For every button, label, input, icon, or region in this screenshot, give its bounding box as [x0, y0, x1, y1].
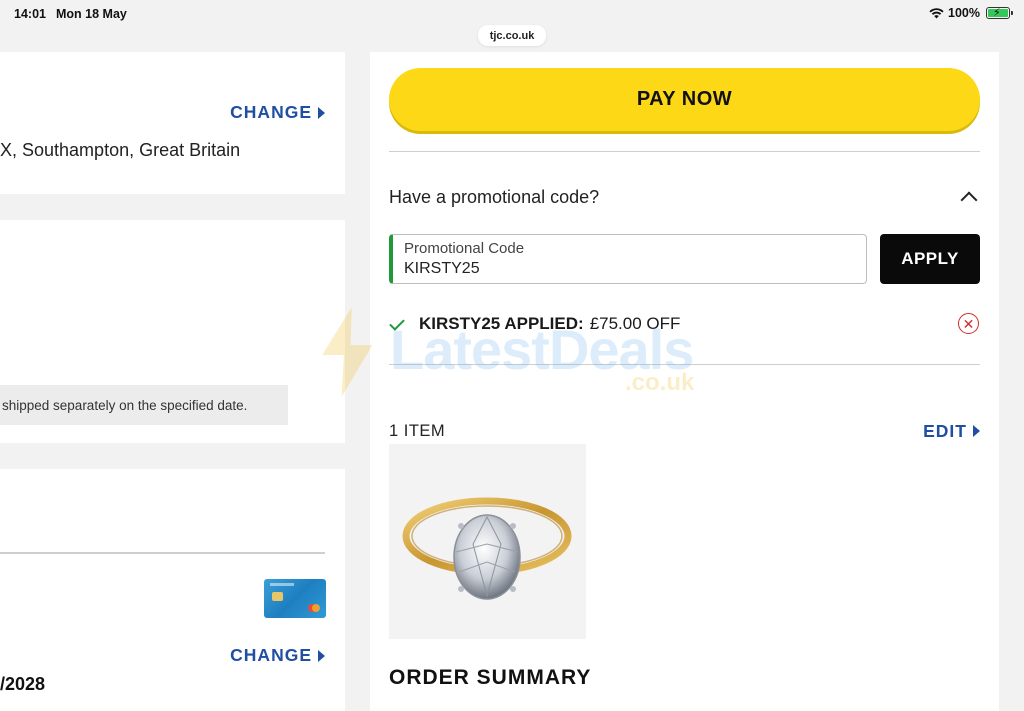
battery-icon: ⚡ — [986, 7, 1013, 19]
promo-code-field[interactable]: Promotional Code — [389, 234, 867, 284]
product-image[interactable] — [389, 444, 586, 639]
order-summary-heading: ORDER SUMMARY — [389, 666, 592, 689]
ring-image — [402, 497, 572, 600]
status-time: 14:01 — [14, 7, 46, 21]
change-address-link[interactable]: CHANGE — [230, 102, 325, 123]
items-header: 1 ITEM EDIT — [389, 420, 980, 442]
delivery-card: shipped separately on the specified date… — [0, 220, 345, 443]
promo-question: Have a promotional code? — [389, 186, 600, 207]
change-payment-link[interactable]: CHANGE — [230, 645, 325, 666]
applied-code: KIRSTY25 APPLIED: — [419, 314, 584, 333]
caret-right-icon — [318, 106, 325, 119]
change-payment-label: CHANGE — [230, 645, 312, 665]
chevron-up-icon — [960, 191, 978, 209]
divider — [389, 364, 980, 365]
address-card: CHANGE X, Southampton, Great Britain — [0, 52, 345, 194]
caret-right-icon — [318, 649, 325, 662]
remove-promo-icon[interactable]: ✕ — [958, 313, 979, 334]
promo-applied-row: KIRSTY25 APPLIED: £75.00 OFF ✕ — [389, 312, 980, 336]
wifi-icon — [929, 7, 944, 18]
check-icon — [389, 316, 405, 332]
promo-field-label: Promotional Code — [404, 240, 525, 257]
edit-items-link[interactable]: EDIT — [923, 421, 980, 442]
address-text: X, Southampton, Great Britain — [0, 140, 241, 160]
status-bar: 14:01 Mon 18 May 100% ⚡ — [0, 0, 1024, 28]
caret-right-icon — [973, 425, 980, 437]
divider — [0, 552, 325, 554]
applied-amount: £75.00 OFF — [589, 314, 681, 333]
url-bar[interactable]: tjc.co.uk — [478, 25, 546, 46]
payment-card: CHANGE /2028 — [0, 469, 345, 711]
promo-code-input[interactable] — [404, 260, 804, 278]
divider — [389, 151, 980, 152]
change-address-label: CHANGE — [230, 102, 312, 122]
apply-button[interactable]: APPLY — [880, 234, 980, 284]
edit-label: EDIT — [923, 420, 967, 441]
items-count: 1 ITEM — [389, 421, 446, 440]
battery-percentage: 100% — [948, 6, 980, 20]
checkout-panel: PAY NOW Have a promotional code? Promoti… — [370, 52, 999, 711]
status-indicators: 100% ⚡ — [929, 6, 1013, 20]
pay-now-button[interactable]: PAY NOW — [389, 68, 980, 131]
status-date: Mon 18 May — [56, 7, 127, 21]
card-expiry: /2028 — [0, 674, 46, 694]
credit-card-icon — [264, 579, 326, 618]
delivery-note: shipped separately on the specified date… — [0, 385, 288, 425]
promo-code-toggle[interactable]: Have a promotional code? — [389, 182, 980, 212]
